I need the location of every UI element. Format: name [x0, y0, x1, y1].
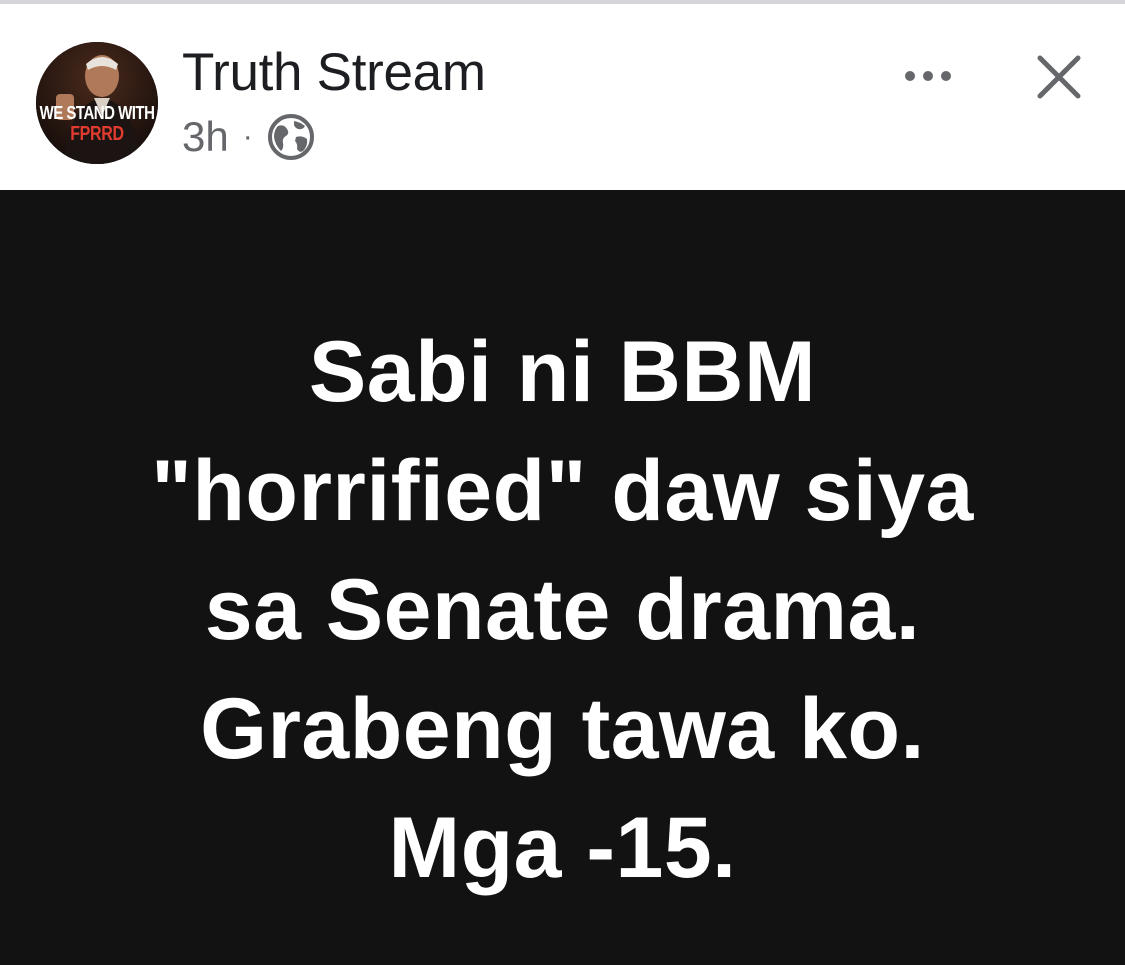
post-text-line: Mga -15.	[388, 800, 737, 896]
page-avatar[interactable]: WE STAND WITH FPRRD	[36, 42, 158, 164]
meta-separator: ·	[242, 120, 253, 153]
post-text: Sabi ni BBM "horrified" daw siya sa Sena…	[0, 313, 1125, 908]
globe-icon[interactable]	[267, 113, 315, 161]
avatar-caption-line1: WE STAND WITH	[39, 103, 155, 124]
post-text-line: Sabi ni BBM	[308, 324, 817, 420]
post-timestamp[interactable]: 3h	[182, 116, 229, 158]
page-name-link[interactable]: Truth Stream	[182, 46, 486, 99]
close-button[interactable]	[1030, 48, 1088, 106]
post-meta: 3h ·	[182, 112, 315, 162]
ellipsis-icon	[905, 71, 951, 81]
post-text-line: sa Senate drama.	[204, 562, 921, 658]
avatar-caption-line2: FPRRD	[70, 123, 124, 145]
post-header: WE STAND WITH FPRRD Truth Stream 3h ·	[0, 4, 1125, 190]
close-icon	[1037, 55, 1081, 99]
post-text-line: "horrified" daw siya	[151, 443, 974, 539]
more-options-button[interactable]	[898, 56, 958, 96]
post-text-background: Sabi ni BBM "horrified" daw siya sa Sena…	[0, 190, 1125, 965]
post-text-line: Grabeng tawa ko.	[200, 681, 925, 777]
